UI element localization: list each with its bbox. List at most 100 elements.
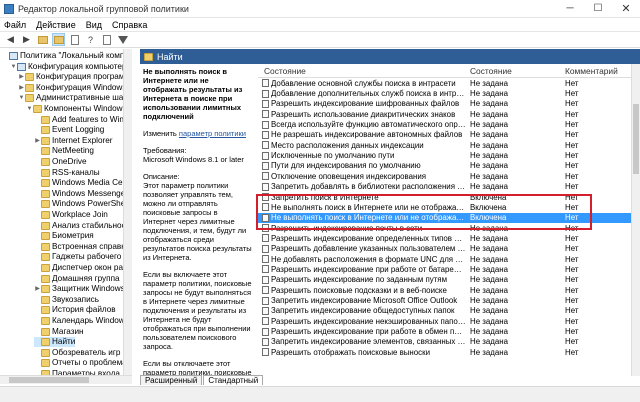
policy-row[interactable]: Пути для индексирования по умолчанию Не з… — [258, 161, 632, 171]
expand-toggle-icon[interactable]: ▼ — [10, 62, 17, 72]
policy-row[interactable]: Разрешить отображать поисковые выноски Не… — [258, 347, 632, 357]
expand-toggle-icon[interactable]: ▶ — [18, 72, 25, 82]
menu-action[interactable]: Действие — [36, 20, 76, 30]
policy-row-comment: Нет — [565, 327, 579, 337]
up-folder-icon[interactable] — [36, 33, 49, 46]
menu-file[interactable]: Файл — [4, 20, 26, 30]
policy-row-comment: Нет — [565, 161, 579, 171]
tree-item[interactable]: RSS-каналы — [34, 168, 100, 178]
properties-icon[interactable] — [100, 33, 113, 46]
policy-row[interactable]: Запретить индексирование элементов, связ… — [258, 337, 632, 347]
scroll-thumb[interactable] — [9, 377, 89, 383]
policy-row[interactable]: Исключенные по умолчанию пути Не задана Не… — [258, 150, 632, 160]
policy-row[interactable]: Разрешить использование диакритических з… — [258, 109, 632, 119]
forward-icon[interactable]: ▶ — [20, 33, 33, 46]
tree-item[interactable]: Звукозапись — [34, 295, 99, 305]
policy-row-name: Не разрешать индексирование автономных ф… — [271, 130, 463, 140]
policy-row[interactable]: Добавление дополнительных служб поиска в… — [258, 88, 632, 98]
policy-row[interactable]: Не добавлять расположения в формате UNC … — [258, 254, 632, 264]
list-header: Состояние Состояние Комментарий — [258, 64, 640, 78]
tree-item[interactable]: ▶ Internet Explorer — [34, 136, 113, 146]
expand-toggle-icon[interactable]: ▶ — [34, 136, 41, 146]
show-tree-icon[interactable] — [52, 33, 65, 46]
policy-row[interactable]: Отключение оповещения индексирования Не з… — [258, 171, 632, 181]
tree-item[interactable]: История файлов — [34, 305, 116, 315]
column-header-state[interactable]: Состояние — [470, 66, 512, 76]
tree-item[interactable]: Биометрия — [34, 231, 94, 241]
policy-row[interactable]: Разрешить индексирование некэшированных … — [258, 316, 632, 326]
tree-item[interactable]: Обозреватель игр — [34, 348, 120, 358]
toolbar: ◀ ▶ ? — [0, 32, 640, 48]
policy-row[interactable]: Разрешить индексирование при работе от б… — [258, 264, 632, 274]
tree-horizontal-scrollbar[interactable] — [0, 375, 132, 384]
close-button[interactable]: ✕ — [612, 0, 640, 18]
policy-row-state: Не задана — [470, 275, 509, 285]
policy-row[interactable]: Всегда используйте функцию автоматическо… — [258, 119, 632, 129]
tree-item[interactable]: Диспетчер окон рабочего — [34, 263, 131, 273]
tab-standard[interactable]: Стандартный — [203, 375, 264, 385]
policy-row[interactable]: Запретить добавлять в библиотеки располо… — [258, 182, 632, 192]
policy-row[interactable]: Разрешить индексирование при работе в об… — [258, 326, 632, 336]
edit-policy-link[interactable]: параметр политики — [179, 129, 246, 138]
tree-vertical-scrollbar[interactable] — [123, 49, 132, 375]
tree-item[interactable]: ▼ Административные шаблоны — [18, 93, 131, 103]
back-icon[interactable]: ◀ — [4, 33, 17, 46]
tree-item[interactable]: ▶ Конфигурация программ — [18, 72, 130, 82]
expand-toggle-icon[interactable]: ▼ — [18, 93, 25, 103]
maximize-button[interactable]: ☐ — [584, 0, 612, 18]
policy-row-name: Исключенные по умолчанию пути — [271, 151, 395, 161]
expand-toggle-icon[interactable]: ▶ — [18, 83, 25, 93]
column-header-name[interactable]: Состояние — [264, 66, 306, 76]
tree-item[interactable]: Windows PowerShell — [34, 199, 129, 209]
policy-row[interactable]: Место расположения данных индексации Не з… — [258, 140, 632, 150]
filter-icon[interactable] — [116, 33, 129, 46]
folder-icon — [41, 115, 50, 124]
tree-item[interactable]: Встроенная справка — [34, 242, 130, 252]
tree-item[interactable]: Add features to Windows — [34, 115, 131, 125]
policy-row[interactable]: Не разрешать индексирование автономных ф… — [258, 130, 632, 140]
tree-item[interactable]: ▶ Защитник Windows — [34, 284, 125, 294]
help-icon[interactable]: ? — [84, 33, 97, 46]
tree-item-label: Встроенная справка — [52, 241, 130, 251]
policy-setting-icon — [262, 234, 269, 243]
expand-toggle-icon[interactable]: ▶ — [34, 284, 41, 294]
tree-item[interactable]: ▼ Компоненты Windows — [26, 104, 127, 114]
tree-item[interactable]: Отчеты о проблемах — [34, 358, 131, 368]
policy-row[interactable]: Запретить индексирование Microsoft Offic… — [258, 295, 632, 305]
policy-row[interactable]: Запретить индексирование общедоступных п… — [258, 306, 632, 316]
list-vertical-scrollbar[interactable] — [631, 64, 640, 376]
tree-item[interactable]: OneDrive — [34, 157, 87, 167]
tree-item[interactable]: Windows Media Center — [34, 178, 131, 188]
policy-setting-icon — [262, 182, 269, 191]
tab-extended[interactable]: Расширенный — [140, 375, 203, 385]
menu-help[interactable]: Справка — [112, 20, 147, 30]
tree-item[interactable]: Домашняя группа — [34, 274, 120, 284]
policy-tree[interactable]: Политика "Локальный компьютер▼Конфигурац… — [0, 49, 132, 375]
policy-row[interactable]: Разрешить индексирование определенных ти… — [258, 233, 632, 243]
tree-item[interactable]: Найти — [34, 337, 76, 348]
tree-item[interactable]: ▼ Конфигурация компьютера — [10, 62, 131, 72]
column-header-comment[interactable]: Комментарий — [565, 66, 618, 76]
policy-row[interactable]: Добавление основной службы поиска в интр… — [258, 78, 632, 88]
tree-item[interactable]: Гаджеты рабочего стола — [34, 252, 131, 262]
tree-item[interactable]: ▶ Конфигурация Windows — [18, 83, 126, 93]
scroll-thumb[interactable] — [633, 104, 639, 174]
policy-row[interactable]: Разрешить индексирование по заданным пут… — [258, 275, 632, 285]
minimize-button[interactable]: ─ — [556, 0, 584, 18]
tree-item[interactable]: Политика "Локальный компьютер — [2, 51, 131, 61]
expand-toggle-icon[interactable]: ▼ — [26, 104, 33, 114]
policy-row[interactable]: Разрешить индексирование шифрованных фай… — [258, 99, 632, 109]
menu-view[interactable]: Вид — [86, 20, 102, 30]
folder-icon — [41, 327, 50, 336]
tree-item[interactable]: Календарь Windows — [34, 316, 129, 326]
tree-item[interactable]: Анализ стабильности — [34, 221, 131, 231]
tree-item[interactable]: Магазин — [34, 327, 84, 337]
tree-item[interactable]: Workplace Join — [34, 210, 108, 220]
export-list-icon[interactable] — [68, 33, 81, 46]
tree-item[interactable]: Windows Messenger — [34, 189, 128, 199]
policy-row[interactable]: Разрешить добавление указанных пользоват… — [258, 244, 632, 254]
policy-row[interactable]: Разрешить поисковые подсказки и в веб-по… — [258, 285, 632, 295]
tree-item[interactable]: Event Logging — [34, 125, 104, 135]
policy-row-comment: Нет — [565, 285, 579, 295]
tree-item[interactable]: NetMeeting — [34, 146, 94, 156]
